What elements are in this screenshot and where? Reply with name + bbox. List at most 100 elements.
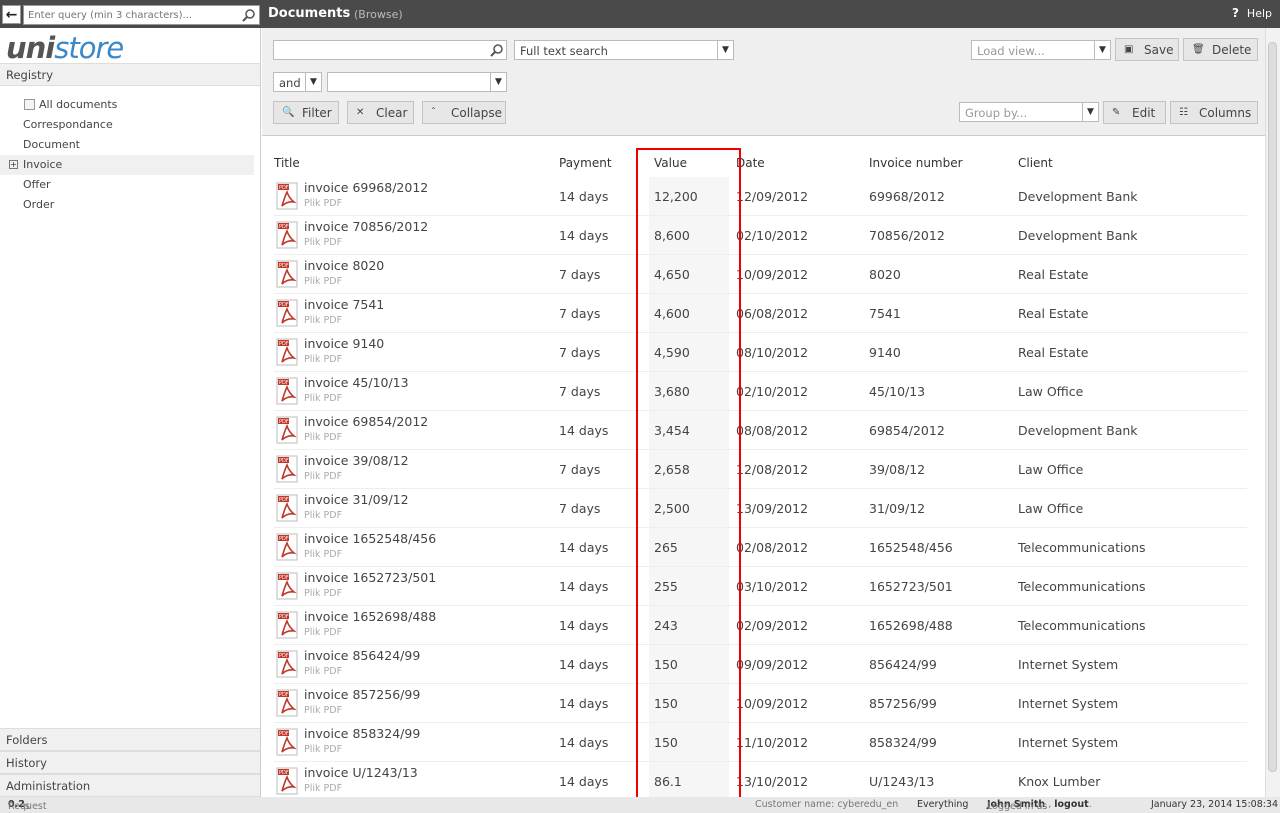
search-mode-select[interactable]: Full text search ▼ xyxy=(514,40,734,60)
table-row[interactable]: PDF invoice 857256/99 Plik PDF 14 days 150 10… xyxy=(274,684,1247,723)
document-title[interactable]: invoice 9140 xyxy=(304,336,384,351)
load-view-select[interactable]: Load view... ▼ xyxy=(971,40,1111,60)
document-title[interactable]: invoice 45/10/13 xyxy=(304,375,409,390)
table-row[interactable]: PDF invoice 8020 Plik PDF 7 days 4,650 10/09/… xyxy=(274,255,1247,294)
column-header-client[interactable]: Client xyxy=(1018,156,1053,170)
document-title[interactable]: invoice 69854/2012 xyxy=(304,414,428,429)
administration-section[interactable]: Administration xyxy=(0,774,260,797)
number-cell: 45/10/13 xyxy=(869,384,926,399)
table-row[interactable]: PDF invoice 9140 Plik PDF 7 days 4,590 08/10/… xyxy=(274,333,1247,372)
tree-item-order[interactable]: Order xyxy=(0,195,260,215)
table-row[interactable]: PDF invoice 1652548/456 Plik PDF 14 days 265… xyxy=(274,528,1247,567)
value-cell: 150 xyxy=(654,657,678,672)
document-type: Plik PDF xyxy=(304,666,343,677)
value-cell: 86.1 xyxy=(654,774,682,789)
tree-item-document[interactable]: Document xyxy=(0,135,260,155)
payment-cell: 14 days xyxy=(559,579,609,594)
document-title[interactable]: invoice 1652698/488 xyxy=(304,609,436,624)
field-select[interactable]: ▼ xyxy=(327,72,507,92)
pdf-file-icon: PDF xyxy=(276,611,298,639)
page-title: Documents xyxy=(268,6,351,21)
vertical-scrollbar[interactable] xyxy=(1265,28,1280,797)
operator-select[interactable]: and ▼ xyxy=(273,72,322,92)
client-cell: Real Estate xyxy=(1018,345,1089,360)
delete-button[interactable]: 🗑 Delete xyxy=(1183,38,1258,61)
scope-link[interactable]: Everything xyxy=(917,799,968,810)
documents-table: Title Payment Value Date Invoice number … xyxy=(262,137,1265,797)
pdf-file-icon: PDF xyxy=(276,494,298,522)
column-header-invoice-number[interactable]: Invoice number xyxy=(869,156,963,170)
column-header-title[interactable]: Title xyxy=(274,156,300,170)
document-title[interactable]: invoice 856424/99 xyxy=(304,648,420,663)
svg-text:PDF: PDF xyxy=(279,458,289,464)
global-search-input[interactable] xyxy=(24,6,238,24)
help-label: Help xyxy=(1246,7,1272,20)
number-cell: 1652723/501 xyxy=(869,579,953,594)
document-title[interactable]: invoice 858324/99 xyxy=(304,726,420,741)
document-title[interactable]: invoice 1652723/501 xyxy=(304,570,436,585)
document-title[interactable]: invoice 1652548/456 xyxy=(304,531,436,546)
table-row[interactable]: PDF invoice 45/10/13 Plik PDF 7 days 3,680 02… xyxy=(274,372,1247,411)
back-arrow-icon[interactable]: ← xyxy=(2,5,21,24)
clear-button[interactable]: ✕ Clear xyxy=(347,101,414,124)
filter-button[interactable]: 🔍 Filter xyxy=(273,101,339,124)
table-row[interactable]: PDF invoice 31/09/12 Plik PDF 7 days 2,500 13… xyxy=(274,489,1247,528)
chevron-down-icon: ▼ xyxy=(717,41,733,59)
search-icon[interactable] xyxy=(489,42,505,58)
edit-button[interactable]: ✎ Edit xyxy=(1103,101,1166,124)
help-link[interactable]: ? Help xyxy=(1232,6,1272,20)
table-row[interactable]: PDF invoice 70856/2012 Plik PDF 14 days 8,60… xyxy=(274,216,1247,255)
svg-text:PDF: PDF xyxy=(279,575,289,581)
table-row[interactable]: PDF invoice U/1243/13 Plik PDF 14 days 86.1 1… xyxy=(274,762,1247,797)
document-type: Plik PDF xyxy=(304,198,343,209)
document-title[interactable]: invoice 8020 xyxy=(304,258,384,273)
table-row[interactable]: PDF invoice 1652698/488 Plik PDF 14 days 243… xyxy=(274,606,1247,645)
document-title[interactable]: invoice U/1243/13 xyxy=(304,765,418,780)
expand-plus-icon[interactable]: + xyxy=(9,160,18,169)
columns-icon: ☷ xyxy=(1179,107,1188,118)
registry-section[interactable]: Registry xyxy=(0,63,260,86)
table-row[interactable]: PDF invoice 39/08/12 Plik PDF 7 days 2,658 12… xyxy=(274,450,1247,489)
tree-item-invoice[interactable]: + Invoice xyxy=(0,155,254,175)
column-header-payment[interactable]: Payment xyxy=(559,156,612,170)
table-row[interactable]: PDF invoice 858324/99 Plik PDF 14 days 150 11… xyxy=(274,723,1247,762)
document-title[interactable]: invoice 7541 xyxy=(304,297,384,312)
document-type: Plik PDF xyxy=(304,627,343,638)
document-title[interactable]: invoice 857256/99 xyxy=(304,687,420,702)
document-title[interactable]: invoice 39/08/12 xyxy=(304,453,409,468)
svg-text:PDF: PDF xyxy=(279,731,289,737)
search-icon[interactable] xyxy=(241,7,257,23)
pdf-file-icon: PDF xyxy=(276,338,298,366)
column-header-value[interactable]: Value xyxy=(654,156,687,170)
folders-section[interactable]: Folders xyxy=(0,728,260,751)
history-section[interactable]: History xyxy=(0,751,260,774)
collapse-button[interactable]: ˆ Collapse xyxy=(422,101,506,124)
table-row[interactable]: PDF invoice 856424/99 Plik PDF 14 days 150 09… xyxy=(274,645,1247,684)
tree-item-offer[interactable]: Offer xyxy=(0,175,260,195)
table-row[interactable]: PDF invoice 1652723/501 Plik PDF 14 days 255… xyxy=(274,567,1247,606)
document-title[interactable]: invoice 70856/2012 xyxy=(304,219,428,234)
value-cell: 2,658 xyxy=(654,462,690,477)
group-by-select[interactable]: Group by... ▼ xyxy=(959,102,1099,122)
pdf-file-icon: PDF xyxy=(276,728,298,756)
document-title[interactable]: invoice 31/09/12 xyxy=(304,492,409,507)
pdf-file-icon: PDF xyxy=(276,182,298,210)
scrollbar-thumb[interactable] xyxy=(1268,42,1277,772)
client-cell: Internet System xyxy=(1018,657,1119,672)
column-header-date[interactable]: Date xyxy=(736,156,765,170)
tree-item-all-documents[interactable]: All documents xyxy=(0,95,260,115)
table-row[interactable]: PDF invoice 69854/2012 Plik PDF 14 days 3,45… xyxy=(274,411,1247,450)
client-cell: Telecommunications xyxy=(1018,540,1146,555)
pencil-icon: ✎ xyxy=(1112,107,1121,118)
client-cell: Development Bank xyxy=(1018,423,1138,438)
save-button[interactable]: ▣ Save xyxy=(1115,38,1179,61)
columns-button[interactable]: ☷ Columns xyxy=(1170,101,1258,124)
table-row[interactable]: PDF invoice 7541 Plik PDF 7 days 4,600 06/08/… xyxy=(274,294,1247,333)
document-type: Plik PDF xyxy=(304,393,343,404)
document-title[interactable]: invoice 69968/2012 xyxy=(304,180,428,195)
filter-query-input[interactable] xyxy=(273,40,507,60)
tree-item-correspondance[interactable]: Correspondance xyxy=(0,115,260,135)
client-cell: Law Office xyxy=(1018,462,1084,477)
table-row[interactable]: PDF invoice 69968/2012 Plik PDF 14 days 12,2… xyxy=(274,177,1247,216)
logout-link[interactable]: logout xyxy=(1054,799,1088,810)
